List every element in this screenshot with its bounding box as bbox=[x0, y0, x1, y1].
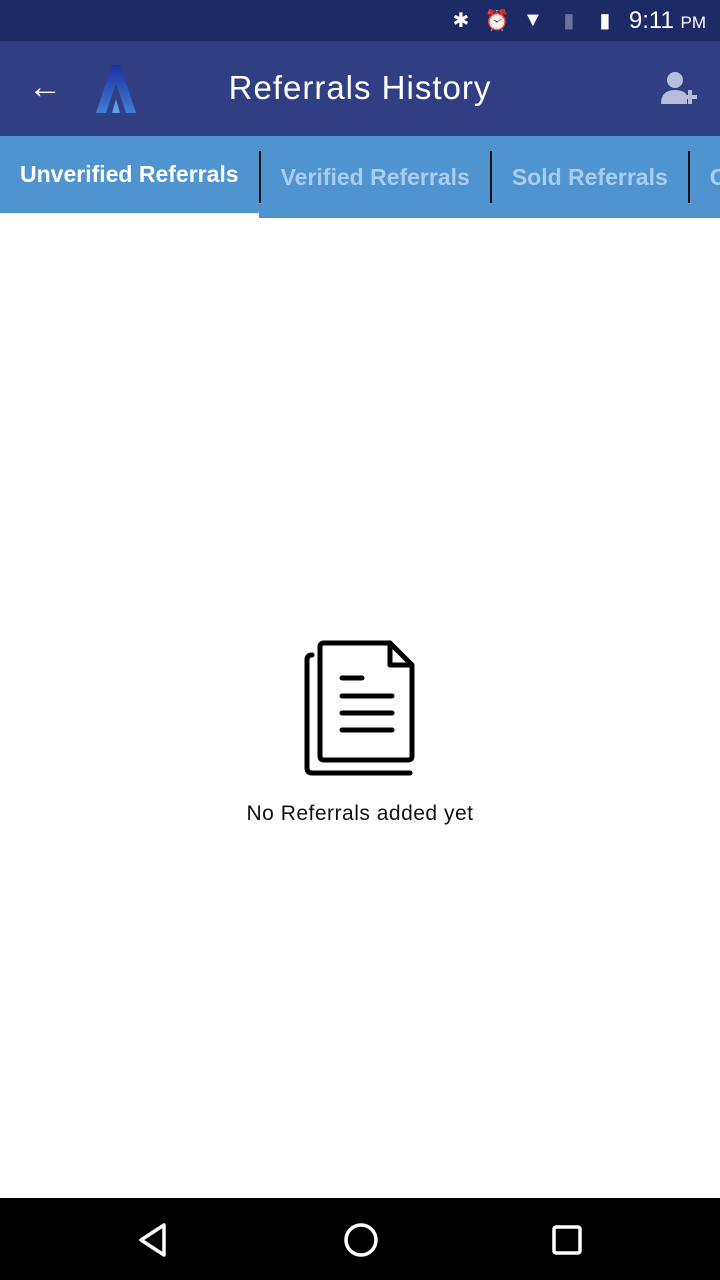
empty-state: No Referrals added yet bbox=[0, 640, 720, 826]
app-bar: ← Referrals History bbox=[0, 41, 720, 136]
page-title: Referrals History bbox=[228, 69, 492, 106]
nav-back-icon[interactable] bbox=[134, 1220, 174, 1260]
tab-bar: Unverified Referrals Verified Referrals … bbox=[0, 136, 720, 218]
tab-verified-referrals[interactable]: Verified Referrals bbox=[261, 136, 490, 218]
clock: 9:11 PM bbox=[628, 6, 706, 34]
alarm-icon: ⏰ bbox=[484, 10, 510, 32]
nav-home-icon[interactable] bbox=[341, 1220, 381, 1260]
battery-icon: ▮ bbox=[599, 10, 611, 32]
bluetooth-icon: ✱ bbox=[452, 10, 470, 32]
nav-recents-icon[interactable] bbox=[547, 1220, 587, 1260]
no-sim-icon: ▮ bbox=[563, 10, 575, 32]
wifi-icon: ▼ bbox=[522, 9, 543, 31]
tab-closed-referrals[interactable]: Closed Referrals bbox=[690, 136, 720, 218]
empty-message: No Referrals added yet bbox=[246, 802, 474, 825]
add-user-icon[interactable] bbox=[660, 71, 702, 105]
tab-unverified-referrals[interactable]: Unverified Referrals bbox=[0, 136, 259, 218]
status-bar: ✱ ⏰ ▼ ▮ ▮ 9:11 PM bbox=[0, 0, 720, 41]
documents-icon bbox=[304, 640, 415, 776]
tab-sold-referrals[interactable]: Sold Referrals bbox=[492, 136, 688, 218]
system-nav-bar bbox=[0, 1198, 720, 1280]
